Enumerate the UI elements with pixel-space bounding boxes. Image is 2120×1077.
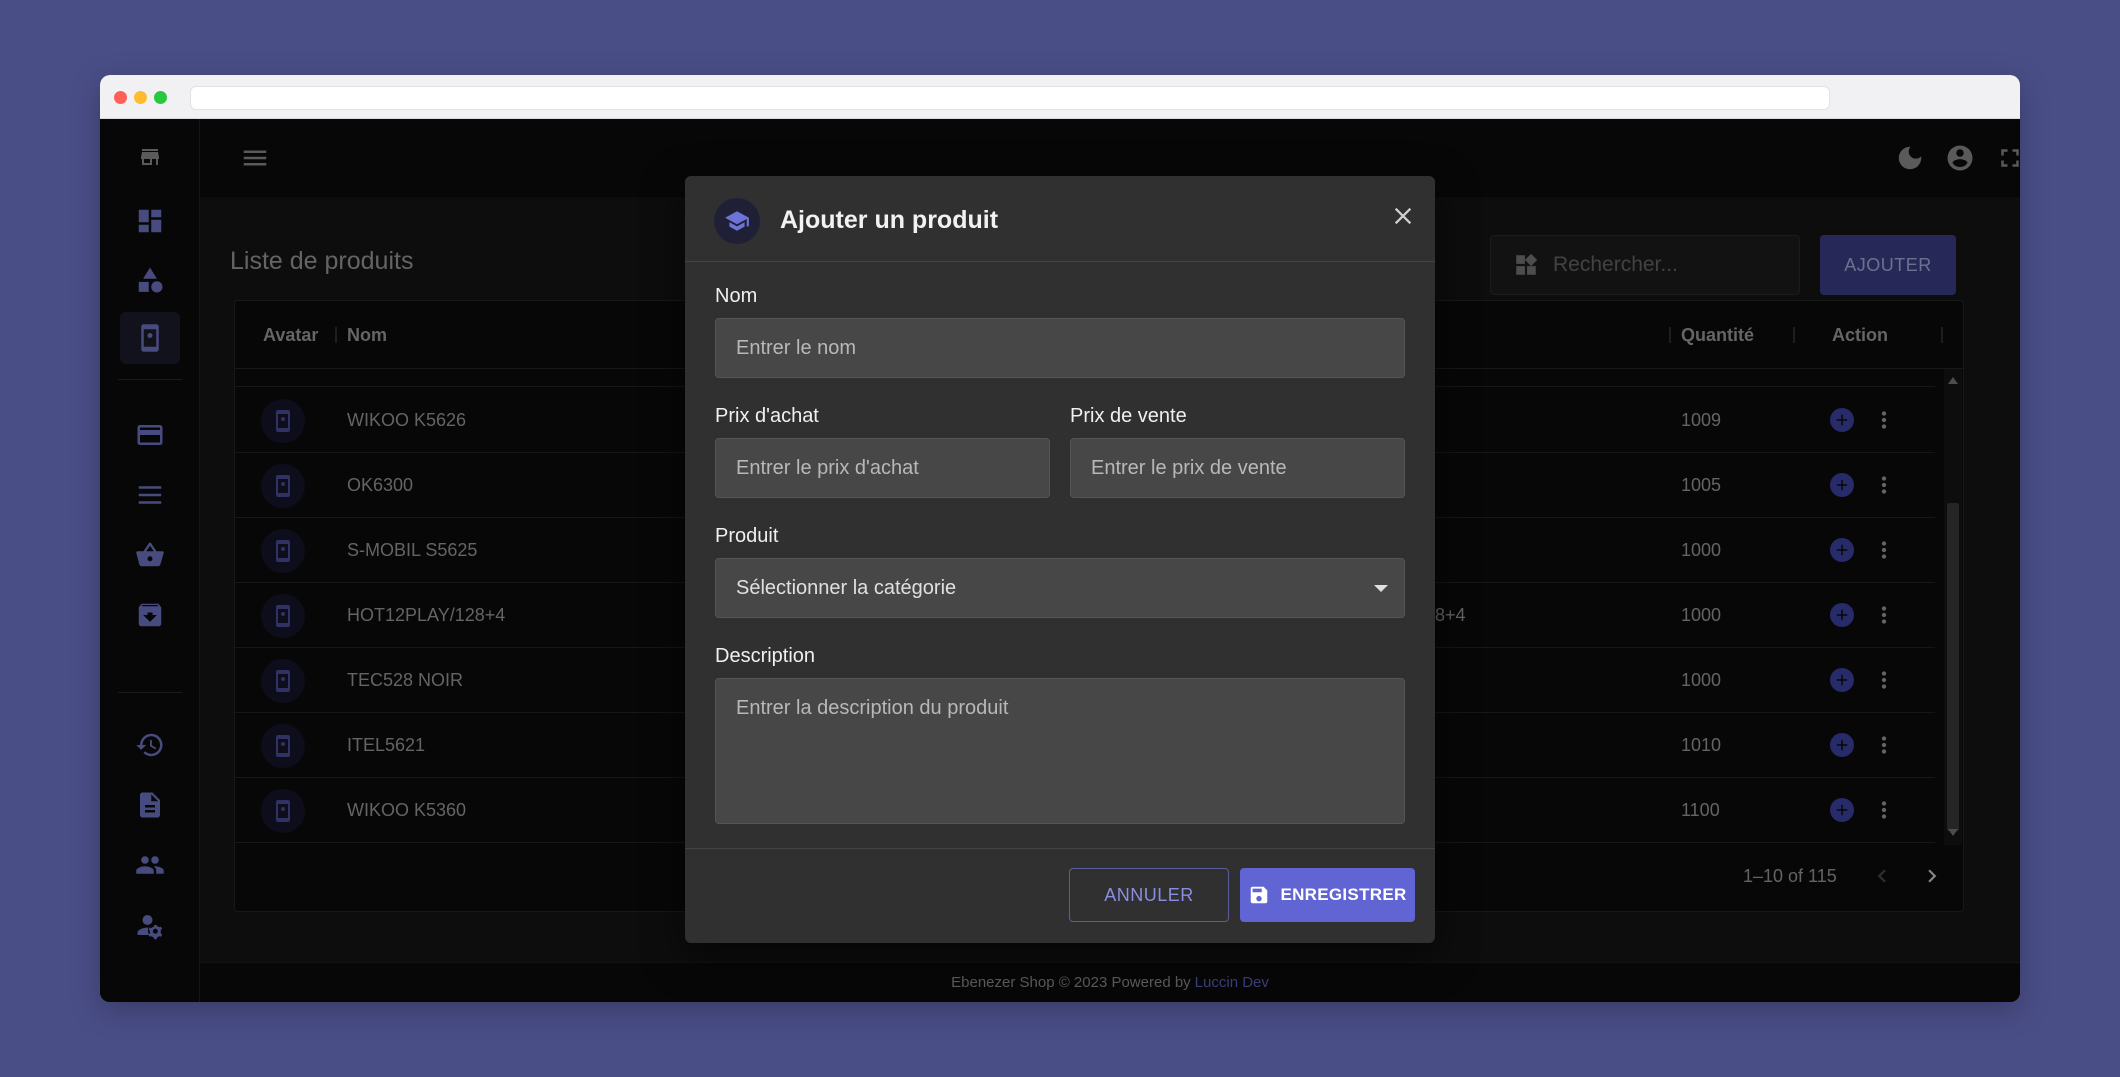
maximize-window-dot[interactable] bbox=[154, 91, 167, 104]
category-select[interactable]: Sélectionner la catégorie bbox=[715, 558, 1405, 618]
minimize-window-dot[interactable] bbox=[134, 91, 147, 104]
description-textarea[interactable]: Entrer la description du produit bbox=[715, 678, 1405, 824]
buy-price-placeholder: Entrer le prix d'achat bbox=[736, 456, 919, 479]
cancel-button[interactable]: ANNULER bbox=[1069, 868, 1229, 922]
save-button-label: ENREGISTRER bbox=[1280, 885, 1407, 904]
sell-price-input[interactable]: Entrer le prix de vente bbox=[1070, 438, 1405, 498]
name-placeholder: Entrer le nom bbox=[736, 336, 857, 359]
browser-window: Liste de produits Rechercher... AJOUTER … bbox=[100, 75, 2020, 1002]
add-product-dialog: Ajouter un produit Nom Entrer le nom Pri… bbox=[685, 176, 1435, 943]
dialog-footer: ANNULER ENREGISTRER bbox=[685, 848, 1435, 943]
buy-price-input[interactable]: Entrer le prix d'achat bbox=[715, 438, 1050, 498]
name-input[interactable]: Entrer le nom bbox=[715, 318, 1405, 378]
dialog-header: Ajouter un produit bbox=[685, 176, 1435, 262]
dialog-title: Ajouter un produit bbox=[780, 206, 999, 234]
school-icon bbox=[714, 198, 760, 244]
product-label: Produit bbox=[715, 525, 779, 547]
name-label: Nom bbox=[715, 285, 758, 307]
description-placeholder: Entrer la description du produit bbox=[736, 697, 1009, 719]
category-select-value: Sélectionner la catégorie bbox=[736, 576, 957, 599]
sell-price-label: Prix de vente bbox=[1070, 405, 1187, 427]
browser-chrome bbox=[100, 75, 2020, 119]
address-bar[interactable] bbox=[190, 86, 1830, 110]
chevron-down-icon bbox=[1374, 585, 1388, 592]
save-icon bbox=[1251, 886, 1268, 904]
description-label: Description bbox=[715, 645, 816, 667]
save-button[interactable]: ENREGISTRER bbox=[1240, 868, 1415, 922]
buy-price-label: Prix d'achat bbox=[715, 405, 819, 427]
close-icon[interactable] bbox=[1385, 198, 1421, 234]
close-window-dot[interactable] bbox=[114, 91, 127, 104]
sell-price-placeholder: Entrer le prix de vente bbox=[1091, 456, 1287, 479]
